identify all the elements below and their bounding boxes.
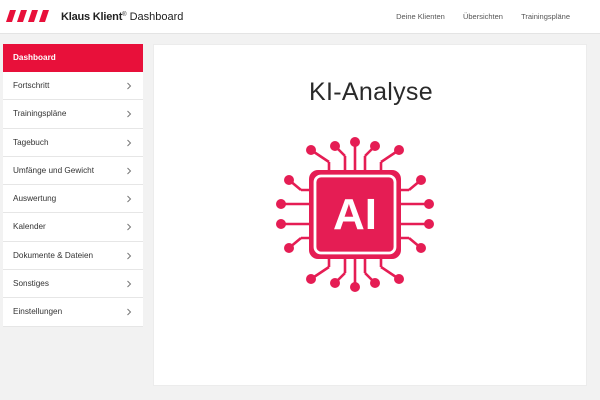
- nav-uebersichten[interactable]: Übersichten: [463, 12, 503, 21]
- sidebar: Dashboard Fortschritt Trainingspläne Tag…: [3, 44, 143, 327]
- chevron-right-icon: [127, 82, 132, 90]
- chevron-right-icon: [127, 110, 132, 118]
- chevron-right-icon: [127, 280, 132, 288]
- sidebar-item-label: Umfänge und Gewicht: [13, 165, 95, 175]
- top-bar: Klaus Klient® Dashboard Deine Klienten Üb…: [0, 0, 600, 34]
- sidebar-item-label: Dokumente & Dateien: [13, 250, 94, 260]
- sidebar-item-dashboard[interactable]: Dashboard: [3, 44, 143, 72]
- brand-section: Dashboard: [129, 11, 184, 23]
- page-title: KI-Analyse: [309, 78, 433, 106]
- sidebar-item-label: Auswertung: [13, 194, 57, 204]
- sidebar-item-kalender[interactable]: Kalender: [3, 213, 143, 242]
- sidebar-item-label: Kalender: [13, 222, 46, 232]
- sidebar-item-fortschritt[interactable]: Fortschritt: [3, 72, 143, 101]
- brand-name: Klaus Klient: [61, 11, 123, 23]
- chevron-right-icon: [127, 167, 132, 175]
- sidebar-item-auswertung[interactable]: Auswertung: [3, 185, 143, 214]
- brand: Klaus Klient® Dashboard: [61, 11, 183, 23]
- sidebar-item-label: Dashboard: [13, 53, 56, 62]
- nav-trainingsplaene[interactable]: Trainingspläne: [521, 12, 570, 21]
- brand-registered-mark: ®: [122, 12, 127, 18]
- sidebar-item-label: Sonstiges: [13, 279, 49, 289]
- chevron-right-icon: [127, 252, 132, 260]
- ai-chip-icon: AI: [276, 137, 434, 292]
- sidebar-item-dokumente-dateien[interactable]: Dokumente & Dateien: [3, 241, 143, 271]
- sidebar-item-label: Fortschritt: [13, 81, 50, 90]
- ai-chip-label: AI: [333, 190, 377, 239]
- top-nav: Deine Klienten Übersichten Trainingsplän…: [380, 12, 570, 21]
- sidebar-item-einstellungen[interactable]: Einstellungen: [3, 298, 143, 327]
- sidebar-item-label: Trainingspläne: [13, 109, 67, 119]
- chevron-right-icon: [127, 139, 132, 146]
- sidebar-item-label: Tagebuch: [13, 137, 49, 147]
- chevron-right-icon: [127, 309, 132, 316]
- nav-deine-klienten[interactable]: Deine Klienten: [396, 12, 445, 21]
- sidebar-item-umfaenge-gewicht[interactable]: Umfänge und Gewicht: [3, 156, 143, 186]
- sidebar-item-label: Einstellungen: [13, 307, 63, 317]
- sidebar-item-trainingsplaene[interactable]: Trainingspläne: [3, 100, 143, 129]
- sidebar-item-tagebuch[interactable]: Tagebuch: [3, 128, 143, 157]
- chevron-right-icon: [127, 224, 132, 231]
- main-panel: KI-Analyse AI: [153, 44, 587, 386]
- chevron-right-icon: [127, 195, 132, 203]
- sidebar-item-sonstiges[interactable]: Sonstiges: [3, 270, 143, 299]
- logo-icon[interactable]: [6, 10, 52, 22]
